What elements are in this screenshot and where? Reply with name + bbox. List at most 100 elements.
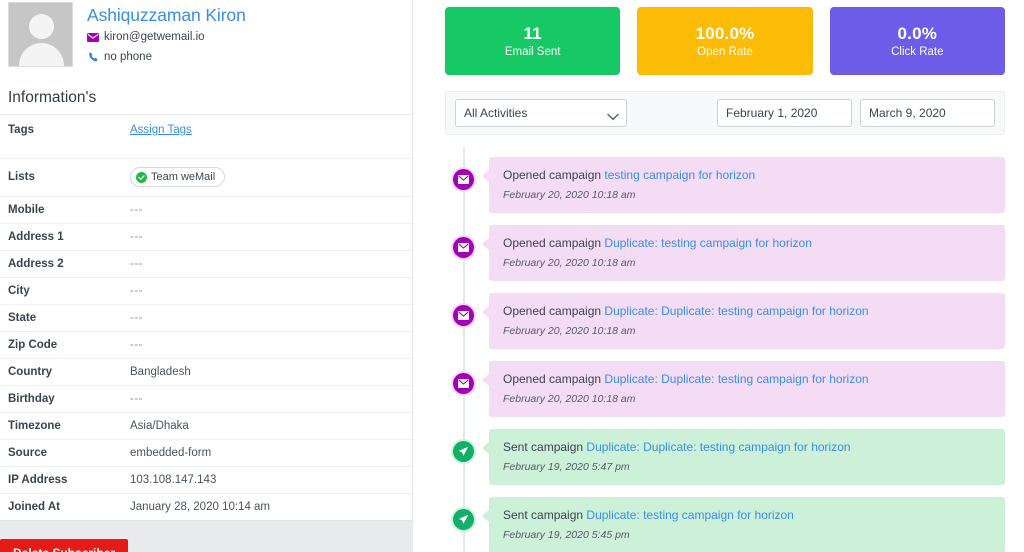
profile-phone-line: no phone [87,48,246,66]
info-row-label: City [8,285,30,297]
info-row-value: Asia/Dhaka [130,420,189,432]
information-section-title: Information's [8,89,97,106]
profile-email-line: kiron@getwemail.io [87,28,246,46]
list-badge-label: Team weMail [151,171,216,183]
activity-item: Sent campaign Duplicate: Duplicate: test… [445,429,1024,485]
check-circle-icon [136,171,147,183]
assign-tags-link[interactable]: Assign Tags [130,124,192,136]
info-row-label: Lists [8,171,35,183]
stat-card: 100.0% Open Rate [637,7,813,75]
stat-value: 11 [523,24,542,43]
activity-action: Opened campaign [503,372,602,386]
activity-item: Opened campaign testing campaign for hor… [445,157,1024,213]
info-row-label: Zip Code [8,339,58,351]
stat-label: Click Rate [891,46,944,58]
info-row: Mobile --- [0,196,412,224]
info-row-label: Address 2 [8,258,64,270]
info-row-value: --- [130,231,143,243]
info-row-label: IP Address [8,474,68,486]
activity-campaign-link[interactable]: testing campaign for horizon [604,168,755,182]
activity-item: Opened campaign Duplicate: Duplicate: te… [445,361,1024,417]
info-row-value: --- [130,258,143,270]
subscriber-detail-page: Ashiquzzaman Kiron kiron@getwemail.io no… [0,0,1024,552]
activity-campaign-link[interactable]: Duplicate: testing campaign for horizon [604,236,811,250]
activity-campaign-link[interactable]: Duplicate: Duplicate: testing campaign f… [604,304,868,318]
activity-column: 11 Email Sent 100.0% Open Rate 0.0% Click Rat… [413,0,1024,552]
activity-card: Opened campaign testing campaign for hor… [482,157,1005,213]
activity-timestamp: February 20, 2020 10:18 am [503,393,636,405]
list-badge[interactable]: Team weMail [130,167,226,187]
info-row-label: State [8,312,37,324]
delete-subscriber-button[interactable]: Delete Subscriber [0,539,129,552]
stat-card: 0.0% Click Rate [829,7,1005,75]
activity-action: Sent campaign [503,440,584,454]
info-row-value: January 28, 2020 10:14 am [130,501,271,513]
info-row-value: embedded-form [130,447,212,459]
info-row: Country Bangladesh [0,358,412,386]
info-row-label: Address 1 [8,231,64,243]
activity-description: Opened campaign Duplicate: Duplicate: te… [503,303,991,319]
activity-item: Opened campaign Duplicate: testing campa… [445,225,1024,281]
envelope-open-icon [453,169,474,190]
info-row: State --- [0,304,412,332]
stats-row: 11 Email Sent 100.0% Open Rate 0.0% Click Rat… [445,0,1024,75]
date-range-inputs [717,99,995,127]
envelope-open-icon [453,373,474,394]
stat-label: Email Sent [504,46,561,58]
stat-value: 0.0% [897,24,938,43]
info-row: Address 1 --- [0,223,412,251]
phone-icon [87,51,99,63]
activity-card: Opened campaign Duplicate: Duplicate: te… [482,293,1005,349]
profile-meta: Ashiquzzaman Kiron kiron@getwemail.io no… [87,2,246,67]
activity-campaign-link[interactable]: Duplicate: testing campaign for horizon [586,508,793,522]
activity-action: Opened campaign [503,304,602,318]
activity-timeline: Opened campaign testing campaign for hor… [445,147,1024,552]
profile-email: kiron@getwemail.io [104,31,205,43]
activity-campaign-link[interactable]: Duplicate: Duplicate: testing campaign f… [586,440,850,454]
info-row: Address 2 --- [0,250,412,278]
info-row: City --- [0,277,412,305]
activity-card: Sent campaign Duplicate: testing campaig… [482,497,1005,552]
activity-timestamp: February 19, 2020 5:47 pm [503,461,630,473]
info-row-label: Tags [8,124,34,136]
profile-name: Ashiquzzaman Kiron [87,5,246,25]
stat-value: 100.0% [695,24,755,43]
activity-action: Opened campaign [503,168,602,182]
info-row-value: Assign Tags [122,115,412,159]
activity-campaign-link[interactable]: Duplicate: Duplicate: testing campaign f… [604,372,868,386]
activity-item: Opened campaign Duplicate: Duplicate: te… [445,293,1024,349]
activity-action: Sent campaign [503,508,584,522]
date-to-input[interactable] [860,99,995,127]
activity-description: Sent campaign Duplicate: Duplicate: test… [503,439,991,455]
activity-timestamp: February 20, 2020 10:18 am [503,325,636,337]
avatar [8,2,73,67]
activity-description: Opened campaign testing campaign for hor… [503,167,991,183]
info-row-value: --- [130,339,143,351]
info-row: Joined At January 28, 2020 10:14 am [0,493,412,521]
envelope-open-icon [453,305,474,326]
info-row-value: --- [130,312,143,324]
info-row-label: Source [8,447,47,459]
activity-card: Opened campaign Duplicate: testing campa… [482,225,1005,281]
info-row-value: Team weMail [122,159,412,197]
info-row: Lists Team weMail [0,158,412,197]
envelope-icon [87,31,99,43]
info-row: Source embedded-form [0,439,412,467]
activity-type-select[interactable]: All Activities [455,99,627,127]
activity-type-select-wrap: All Activities [455,99,627,127]
profile-phone: no phone [104,51,152,63]
info-row-label: Joined At [8,501,60,513]
activity-item: Sent campaign Duplicate: testing campaig… [445,497,1024,552]
info-row-label: Country [8,366,53,378]
activity-description: Sent campaign Duplicate: testing campaig… [503,507,991,523]
date-from-input[interactable] [717,99,852,127]
info-row-label: Timezone [8,420,61,432]
paper-plane-icon [453,509,474,530]
paper-plane-icon [453,441,474,462]
activity-timestamp: February 20, 2020 10:18 am [503,189,636,201]
info-row-value: --- [130,204,143,216]
stat-card: 11 Email Sent [445,7,621,75]
profile-header: Ashiquzzaman Kiron kiron@getwemail.io no… [0,0,412,67]
activity-filter-bar: All Activities [445,91,1005,135]
info-row-value: --- [130,285,143,297]
